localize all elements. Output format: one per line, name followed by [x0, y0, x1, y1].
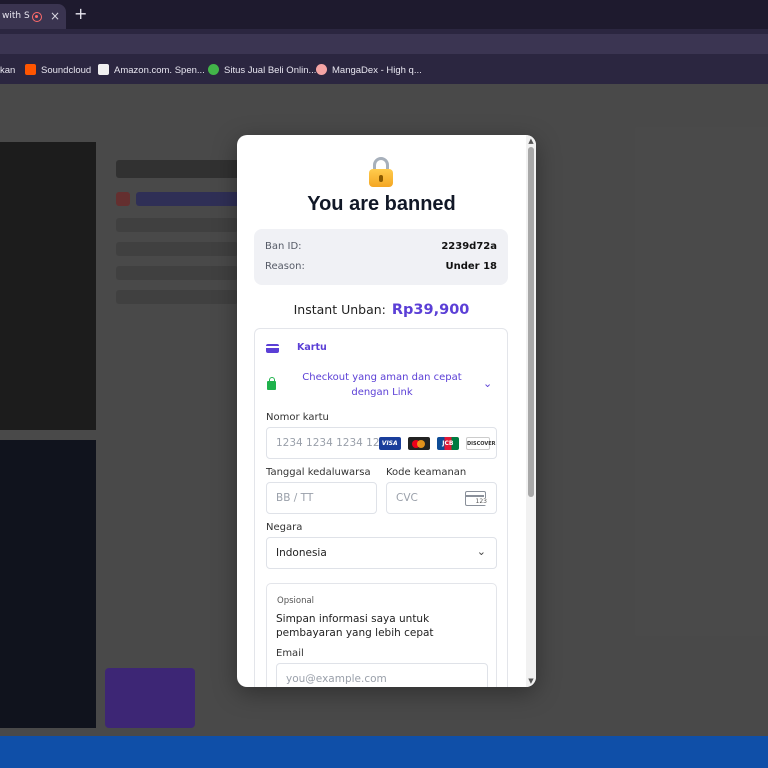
- taskbar: [0, 736, 768, 768]
- card-number-label: Nomor kartu: [266, 412, 329, 423]
- visa-icon: VISA: [378, 437, 401, 450]
- mastercard-icon: [407, 437, 430, 450]
- chevron-down-icon[interactable]: ⌄: [483, 377, 492, 390]
- ban-info-box: Ban ID: 2239d72a Reason: Under 18: [254, 229, 508, 285]
- tokopedia-icon: [208, 63, 219, 75]
- country-value: Indonesia: [276, 547, 327, 559]
- reason-value: Under 18: [445, 261, 497, 272]
- jcb-icon: JCB: [436, 437, 459, 450]
- cvc-icon-number: 123: [474, 498, 488, 505]
- scroll-up-icon[interactable]: ▲: [527, 137, 535, 145]
- discover-icon: DISCOVER: [466, 437, 496, 450]
- bookmark-item[interactable]: kan: [0, 57, 15, 84]
- optional-tag: Opsional: [277, 596, 315, 606]
- scrollbar-thumb[interactable]: [528, 147, 534, 497]
- soundcloud-icon: [25, 63, 36, 75]
- mangadex-icon: [316, 63, 327, 75]
- expiry-input[interactable]: BB / TT: [266, 482, 377, 514]
- tab-bar: with S × +: [0, 0, 768, 29]
- card-brands: VISA JCB DISCOVER: [377, 437, 496, 451]
- address-bar[interactable]: [0, 34, 768, 54]
- ban-id-label: Ban ID:: [265, 241, 302, 252]
- tab-title: with S: [2, 11, 30, 21]
- modal-title: You are banned: [307, 193, 456, 215]
- payment-form: Kartu Checkout yang aman dan cepat denga…: [254, 328, 508, 687]
- lock-icon: [368, 157, 394, 187]
- email-placeholder: you@example.com: [286, 673, 387, 685]
- card-number-input[interactable]: 1234 1234 1234 1234 VISA JCB DISCOVER: [266, 427, 497, 459]
- bookmark-item-soundcloud[interactable]: Soundcloud: [25, 57, 91, 84]
- lock-icon: [267, 377, 276, 390]
- bookmark-item-tokopedia[interactable]: Situs Jual Beli Onlin...: [208, 57, 316, 84]
- expiry-placeholder: BB / TT: [276, 492, 314, 504]
- save-info-text: Simpan informasi saya untuk pembayaran y…: [276, 613, 434, 639]
- scroll-down-icon[interactable]: ▼: [527, 677, 535, 685]
- credit-card-icon: [266, 344, 279, 353]
- bookmark-item-amazon[interactable]: Amazon.com. Spen...: [98, 57, 205, 84]
- payment-method-tab-card[interactable]: Kartu: [297, 342, 327, 353]
- unban-offer: Instant Unban: Rp39,900: [237, 299, 526, 318]
- browser-tab[interactable]: with S ×: [0, 4, 66, 29]
- country-label: Negara: [266, 522, 303, 533]
- scrollbar[interactable]: ▲ ▼: [526, 135, 536, 687]
- tab-close-button[interactable]: ×: [50, 4, 60, 29]
- chevron-down-icon: ⌄: [476, 545, 486, 558]
- cvc-placeholder: CVC: [396, 492, 418, 504]
- country-select[interactable]: Indonesia ⌄: [266, 537, 497, 569]
- unban-label: Instant Unban:: [293, 302, 386, 317]
- recording-icon: [32, 12, 42, 22]
- email-input[interactable]: you@example.com: [276, 663, 488, 687]
- expiry-label: Tanggal kedaluwarsa: [266, 467, 371, 478]
- new-tab-button[interactable]: +: [74, 5, 87, 23]
- link-checkout-button[interactable]: Checkout yang aman dan cepat dengan Link: [283, 370, 481, 400]
- amazon-icon: [98, 63, 109, 75]
- bookmarks-bar: kan Soundcloud Amazon.com. Spen... Situs…: [0, 57, 768, 84]
- unban-price: Rp39,900: [391, 301, 470, 318]
- bookmark-item-mangadex[interactable]: MangaDex - High q...: [316, 57, 422, 84]
- ban-modal: ▲ ▼ You are banned Ban ID: 2239d72a Reas…: [237, 135, 536, 687]
- cvc-input[interactable]: CVC 123: [386, 482, 497, 514]
- email-label: Email: [276, 648, 304, 659]
- cvc-label: Kode keamanan: [386, 467, 467, 478]
- reason-label: Reason:: [265, 261, 305, 272]
- save-info-section: Opsional Simpan informasi saya untuk pem…: [266, 583, 497, 687]
- ban-id-value: 2239d72a: [441, 241, 497, 252]
- card-number-placeholder: 1234 1234 1234 1234: [276, 437, 393, 449]
